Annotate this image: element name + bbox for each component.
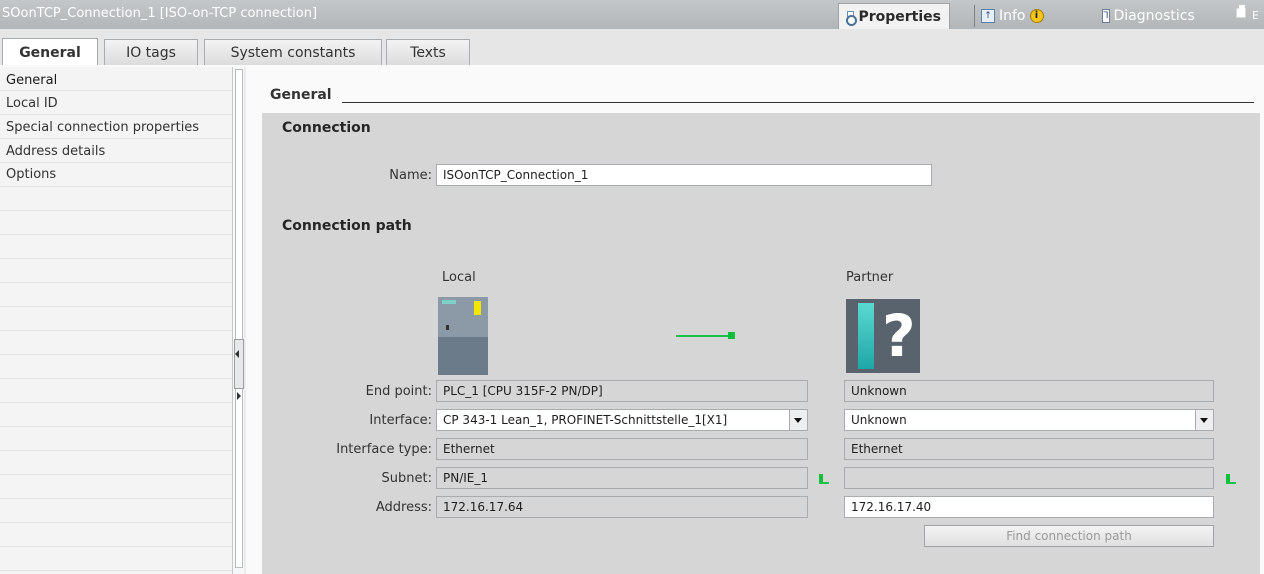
plc-card bbox=[474, 301, 481, 315]
connection-panel: Connection Name: ISOonTCP_Connection_1 C… bbox=[262, 113, 1260, 574]
tab-info-label: Info bbox=[999, 8, 1026, 24]
properties-icon bbox=[846, 10, 859, 26]
local-interface-select[interactable]: CP 343-1 Lean_1, PROFINET-Schnittstelle_… bbox=[436, 409, 808, 431]
address-label: Address: bbox=[375, 500, 432, 515]
tab-diagnostics[interactable]: ᒣ Diagnostics bbox=[1088, 3, 1198, 29]
plc-port bbox=[446, 325, 449, 330]
inspector-titlebar: SOonTCP_Connection_1 [ISO-on-TCP connect… bbox=[0, 0, 1264, 29]
tab-properties-label: Properties bbox=[858, 8, 941, 25]
collapse-left-icon[interactable] bbox=[235, 350, 239, 358]
partner-bar bbox=[858, 303, 874, 369]
connection-header: Connection bbox=[282, 120, 371, 136]
tab-general[interactable]: General bbox=[2, 38, 98, 66]
title-edge-text: E bbox=[1252, 9, 1259, 22]
info-icon: ↑ bbox=[981, 9, 995, 23]
local-subnet-field: PN/IE_1 bbox=[436, 467, 808, 489]
nav-item-options[interactable]: Options bbox=[6, 163, 56, 187]
partner-address-field[interactable]: 172.16.17.40 bbox=[844, 496, 1214, 518]
pin-icon[interactable] bbox=[1236, 5, 1246, 18]
local-end-point-field: PLC_1 [CPU 315F-2 PN/DP] bbox=[436, 380, 808, 402]
subnet-icon bbox=[819, 474, 829, 484]
partner-label: Partner bbox=[846, 270, 894, 285]
left-nav: General Local ID Special connection prop… bbox=[0, 67, 232, 574]
nav-item-general[interactable]: General bbox=[6, 69, 57, 93]
section-divider bbox=[342, 102, 1254, 103]
plc-led bbox=[442, 300, 456, 304]
question-mark-icon: ? bbox=[882, 302, 916, 370]
partner-end-point-field: Unknown bbox=[844, 380, 1214, 402]
tab-info[interactable]: ↑ Info i bbox=[966, 3, 1070, 29]
partner-interface-value: Unknown bbox=[851, 413, 907, 427]
main-area: General Connection Name: ISOonTCP_Connec… bbox=[246, 67, 1264, 574]
partner-interface-type-field: Ethernet bbox=[844, 438, 1214, 460]
local-label: Local bbox=[442, 270, 476, 285]
connection-line bbox=[676, 335, 728, 337]
connection-path-header: Connection path bbox=[282, 218, 412, 234]
tab-separator bbox=[974, 5, 975, 27]
section-title: General bbox=[270, 87, 332, 103]
end-point-label: End point: bbox=[365, 384, 432, 399]
interface-label: Interface: bbox=[369, 413, 432, 428]
connection-node bbox=[728, 332, 735, 339]
tab-diagnostics-label: Diagnostics bbox=[1113, 8, 1195, 24]
local-plc-icon[interactable] bbox=[438, 297, 488, 375]
splitter-rail bbox=[235, 69, 243, 568]
partner-interface-select[interactable]: Unknown bbox=[844, 409, 1214, 431]
tab-properties[interactable]: Properties bbox=[838, 3, 950, 29]
subnet-label: Subnet: bbox=[381, 471, 432, 486]
interface-type-label: Interface type: bbox=[336, 442, 432, 457]
chevron-down-icon[interactable] bbox=[1195, 410, 1213, 430]
tab-io-tags[interactable]: IO tags bbox=[104, 39, 198, 65]
tabs-row: General IO tags System constants Texts bbox=[0, 29, 1264, 67]
name-label: Name: bbox=[389, 168, 432, 183]
tab-system-constants[interactable]: System constants bbox=[204, 39, 382, 65]
nav-splitter[interactable] bbox=[232, 67, 244, 574]
local-interface-type-field: Ethernet bbox=[436, 438, 808, 460]
chevron-down-icon[interactable] bbox=[789, 410, 807, 430]
local-address-field: 172.16.17.64 bbox=[436, 496, 808, 518]
window-title: SOonTCP_Connection_1 [ISO-on-TCP connect… bbox=[2, 6, 318, 21]
find-connection-path-button[interactable]: Find connection path bbox=[924, 525, 1214, 547]
splitter-handle[interactable] bbox=[234, 339, 244, 389]
nav-item-local-id[interactable]: Local ID bbox=[6, 92, 58, 116]
partner-unknown-icon[interactable]: ? bbox=[846, 299, 920, 373]
tab-texts[interactable]: Texts bbox=[386, 39, 470, 65]
warning-icon: i bbox=[1029, 9, 1044, 23]
diagnostics-icon: ᒣ bbox=[1102, 9, 1110, 23]
local-interface-value: CP 343-1 Lean_1, PROFINET-Schnittstelle_… bbox=[443, 413, 728, 427]
expand-right-icon[interactable] bbox=[237, 392, 241, 400]
subnet-icon bbox=[1226, 474, 1236, 484]
nav-item-special-connection-properties[interactable]: Special connection properties bbox=[6, 116, 199, 140]
partner-subnet-field bbox=[844, 467, 1214, 489]
nav-item-address-details[interactable]: Address details bbox=[6, 140, 105, 164]
name-field[interactable]: ISOonTCP_Connection_1 bbox=[436, 164, 932, 186]
